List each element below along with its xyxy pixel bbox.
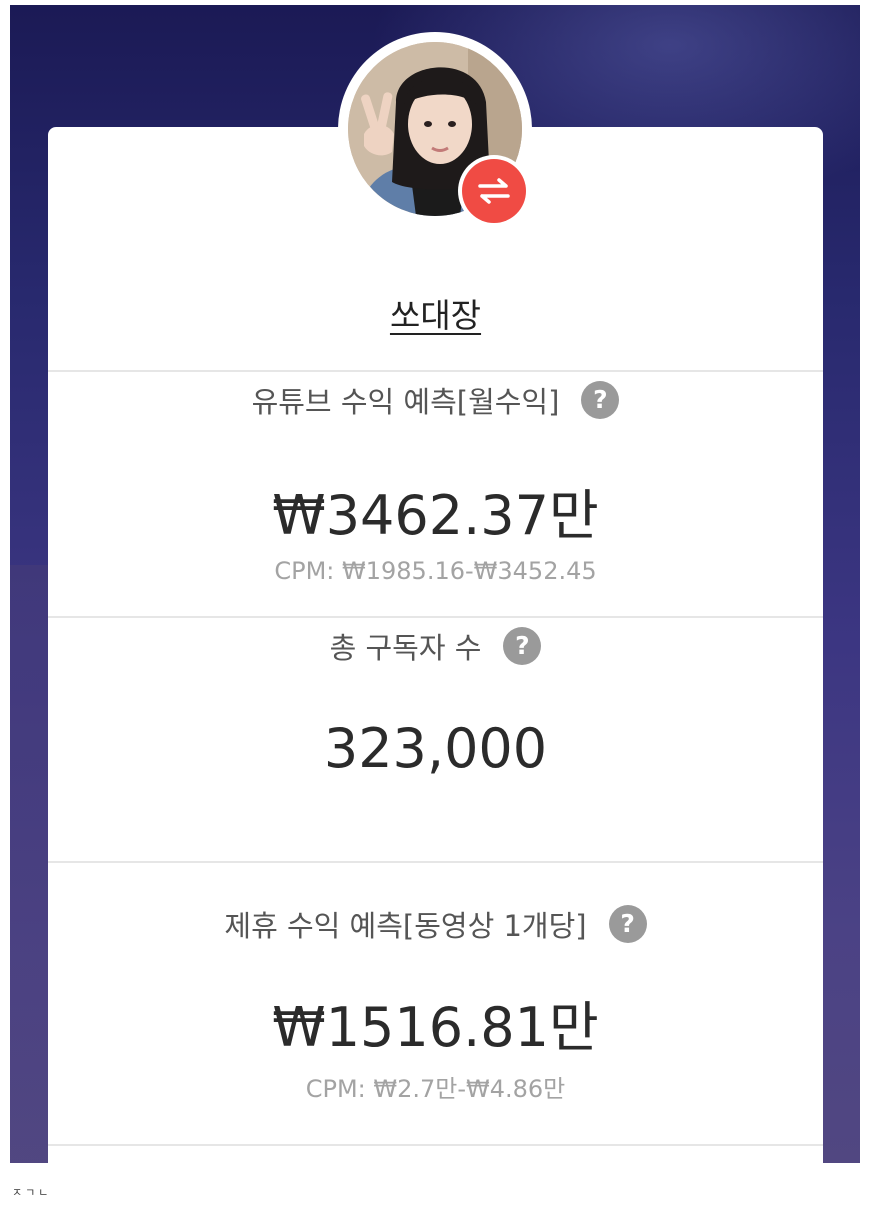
channel-name[interactable]: 쏘대장 xyxy=(48,289,823,337)
divider xyxy=(48,1144,823,1146)
affiliate-revenue-title: 제휴 수익 예측[동영상 1개당] xyxy=(224,909,587,943)
youtube-revenue-value: ₩3462.37만 xyxy=(272,484,599,547)
subscribers-value: 323,000 xyxy=(323,717,548,780)
divider xyxy=(48,370,823,372)
app-screen: 쏘대장 유튜브 수익 예측[월수익]? ₩3462.37만 CPM: ₩1985… xyxy=(10,5,860,1163)
affiliate-revenue-cpm: CPM: ₩2.7만-₩4.86만 xyxy=(305,1075,566,1103)
help-icon[interactable]: ? xyxy=(581,381,620,419)
channel-card: 쏘대장 유튜브 수익 예측[월수익]? ₩3462.37만 CPM: ₩1985… xyxy=(48,127,823,1163)
affiliate-revenue-value: ₩1516.81만 xyxy=(272,996,599,1059)
youtube-revenue-title: 유튜브 수익 예측[월수익] xyxy=(251,385,560,419)
help-icon[interactable]: ? xyxy=(503,627,542,665)
divider xyxy=(48,861,823,863)
swap-button[interactable] xyxy=(458,155,530,227)
youtube-revenue-cpm: CPM: ₩1985.16-₩3452.45 xyxy=(274,557,597,585)
help-icon[interactable]: ? xyxy=(608,905,647,943)
caption-text: ㅈㄱㄴ xyxy=(12,1186,52,1199)
divider xyxy=(48,616,823,618)
swap-arrows-icon xyxy=(462,159,526,223)
affiliate-revenue-section: 제휴 수익 예측[동영상 1개당]? xyxy=(48,903,823,947)
subscribers-section: 총 구독자 수? xyxy=(48,625,823,669)
subscribers-title: 총 구독자 수 xyxy=(329,631,482,665)
youtube-revenue-section: 유튜브 수익 예측[월수익]? xyxy=(48,379,823,423)
